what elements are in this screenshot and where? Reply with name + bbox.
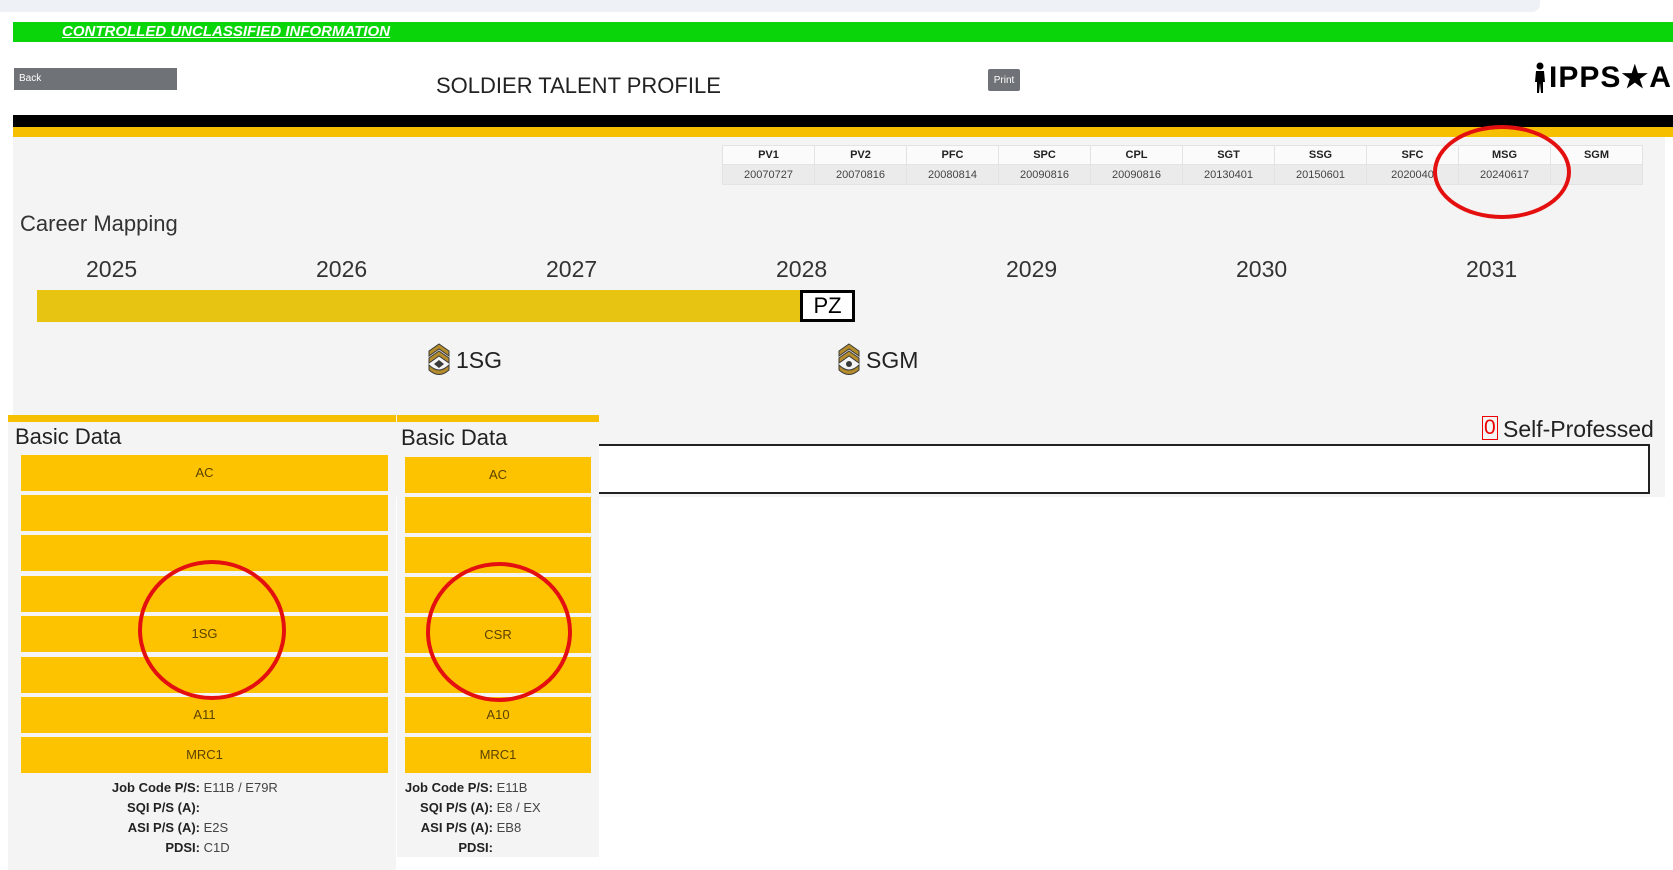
timeline-year: 2026 bbox=[316, 256, 368, 282]
info-key: PDSI: bbox=[458, 840, 493, 855]
data-row bbox=[21, 495, 388, 531]
annotation-circle-1sg bbox=[138, 560, 286, 700]
rank-date: 20090816 bbox=[1090, 164, 1183, 185]
job-info: Job Code P/S: E11B / E79R SQI P/S (A): A… bbox=[8, 780, 396, 860]
info-key: Job Code P/S: bbox=[111, 780, 200, 795]
rank-date: 20130401 bbox=[1182, 164, 1275, 185]
header-gold-bar bbox=[13, 127, 1673, 137]
card-title: Basic Data bbox=[15, 424, 122, 449]
data-row: AC bbox=[21, 455, 388, 491]
rank-header: SGT bbox=[1182, 145, 1275, 165]
rank-date: 20070816 bbox=[814, 164, 907, 185]
soldier-icon bbox=[1535, 62, 1545, 93]
timeline-year: 2030 bbox=[1236, 256, 1288, 282]
data-row: A10 bbox=[405, 697, 591, 733]
milestone-label: 1SG bbox=[456, 346, 503, 373]
career-mapping-title: Career Mapping bbox=[20, 211, 178, 236]
timeline-year: 2027 bbox=[546, 256, 598, 282]
info-row: Job Code P/S: E11B bbox=[397, 780, 599, 800]
rank-header: PV2 bbox=[814, 145, 907, 165]
rank-insignia-icon bbox=[428, 343, 450, 375]
top-strip bbox=[0, 0, 1540, 12]
job-info: Job Code P/S: E11B SQI P/S (A): E8 / EX … bbox=[397, 780, 599, 860]
info-key: Job Code P/S: bbox=[404, 780, 493, 795]
page-title: SOLDIER TALENT PROFILE bbox=[436, 73, 721, 98]
rank-insignia-icon bbox=[838, 343, 860, 375]
info-value: E11B bbox=[496, 780, 528, 795]
rank-date: 20090816 bbox=[998, 164, 1091, 185]
milestone-1sg: 1SG bbox=[428, 343, 502, 377]
rank-header: SSG bbox=[1274, 145, 1367, 165]
back-button[interactable]: Back bbox=[14, 68, 177, 90]
data-row: AC bbox=[405, 457, 591, 493]
timeline-year: 2029 bbox=[1006, 256, 1058, 282]
card-gold-top bbox=[397, 415, 599, 422]
pz-marker: PZ bbox=[800, 290, 855, 322]
info-row: Job Code P/S: E11B / E79R bbox=[8, 780, 396, 800]
timeline-year: 2025 bbox=[86, 256, 138, 282]
self-professed-label: Self-Professed bbox=[1503, 416, 1654, 442]
timeline-progress-bar bbox=[37, 290, 800, 322]
info-row: PDSI: C1D bbox=[8, 840, 396, 860]
info-value: E2S bbox=[203, 820, 229, 835]
info-value: EB8 bbox=[496, 820, 522, 835]
info-key: SQI P/S (A): bbox=[127, 800, 200, 815]
rank-header: PV1 bbox=[722, 145, 815, 165]
self-professed-count[interactable]: 0 bbox=[1482, 416, 1498, 440]
rank-date: 20150601 bbox=[1274, 164, 1367, 185]
card-title: Basic Data bbox=[401, 425, 508, 450]
rank-header: PFC bbox=[906, 145, 999, 165]
self-professed-box bbox=[596, 444, 1650, 494]
info-value: C1D bbox=[203, 840, 230, 855]
milestone-label: SGM bbox=[866, 346, 919, 373]
info-row: SQI P/S (A): bbox=[8, 800, 396, 820]
info-row: ASI P/S (A): EB8 bbox=[397, 820, 599, 840]
info-value: E11B / E79R bbox=[203, 780, 278, 795]
cui-label: CONTROLLED UNCLASSIFIED INFORMATION bbox=[62, 23, 391, 40]
data-row bbox=[405, 497, 591, 533]
data-row: MRC1 bbox=[21, 737, 388, 773]
rank-header: CPL bbox=[1090, 145, 1183, 165]
timeline-year: 2031 bbox=[1466, 256, 1518, 282]
info-key: ASI P/S (A): bbox=[420, 820, 493, 835]
header-black-bar bbox=[13, 115, 1673, 127]
data-row: MRC1 bbox=[405, 737, 591, 773]
info-value: E8 / EX bbox=[496, 800, 541, 815]
milestone-sgm: SGM bbox=[838, 343, 918, 377]
rank-date: 20080814 bbox=[906, 164, 999, 185]
rank-header: SPC bbox=[998, 145, 1091, 165]
print-button[interactable]: Print bbox=[988, 69, 1020, 91]
card-gold-top bbox=[8, 415, 396, 422]
info-key: SQI P/S (A): bbox=[420, 800, 493, 815]
ippsa-logo: IPPS★A bbox=[1533, 60, 1672, 95]
info-row: SQI P/S (A): E8 / EX bbox=[397, 800, 599, 820]
data-row: A11 bbox=[21, 697, 388, 733]
logo-text: IPPS★A bbox=[1549, 61, 1672, 94]
timeline-year: 2028 bbox=[776, 256, 828, 282]
info-row: PDSI: bbox=[397, 840, 599, 860]
info-key: PDSI: bbox=[165, 840, 200, 855]
info-row: ASI P/S (A): E2S bbox=[8, 820, 396, 840]
info-key: ASI P/S (A): bbox=[127, 820, 200, 835]
rank-date: 20070727 bbox=[722, 164, 815, 185]
annotation-circle-msg bbox=[1433, 125, 1571, 219]
annotation-circle-csr bbox=[426, 562, 572, 702]
